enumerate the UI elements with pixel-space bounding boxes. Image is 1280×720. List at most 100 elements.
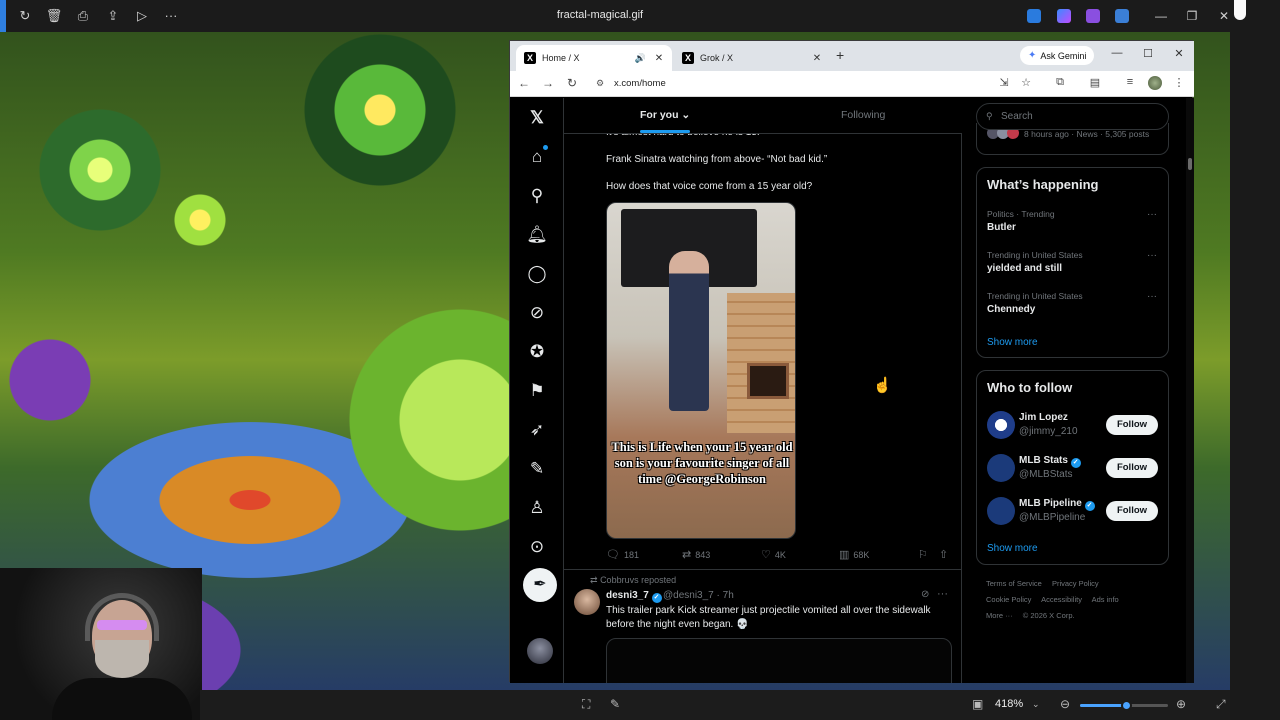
fit-icon[interactable]: ▣ xyxy=(972,697,983,711)
views-button[interactable]: ▥ 68K xyxy=(839,548,869,561)
url-field[interactable]: ⚙ x.com/home xyxy=(590,73,990,94)
follow-button[interactable]: Follow xyxy=(1106,458,1158,478)
ask-gemini-button[interactable]: ✦ Ask Gemini xyxy=(1020,46,1095,65)
author-avatar[interactable] xyxy=(574,589,600,615)
zoom-slider[interactable] xyxy=(1080,700,1168,711)
reply-button[interactable]: 🗨︎ 181 xyxy=(606,548,639,561)
browser-menu-icon[interactable]: ⋮ xyxy=(1172,76,1186,89)
browser-maximize-icon[interactable]: ☐ xyxy=(1141,47,1155,60)
post-video[interactable]: This is Life when your 15 year old son i… xyxy=(606,202,796,539)
jobs-rocket-icon[interactable]: ➶ xyxy=(525,418,549,442)
post-more-icon[interactable]: ··· xyxy=(937,588,948,600)
zoom-dropdown-icon[interactable]: ⌄ xyxy=(1032,699,1040,710)
search-input[interactable]: ⚲ Search xyxy=(976,103,1169,130)
repost-label[interactable]: Cobbruvs reposted xyxy=(600,575,676,585)
fullscreen-icon[interactable]: ⤢ xyxy=(1216,697,1226,712)
footer-link[interactable]: Ads info xyxy=(1092,595,1119,604)
trends-show-more[interactable]: Show more xyxy=(987,337,1038,348)
site-info-icon[interactable]: ⚙ xyxy=(596,73,604,94)
share-icon[interactable]: ⇪ xyxy=(104,7,122,25)
follow-show-more[interactable]: Show more xyxy=(987,543,1038,554)
scrollbar-thumb[interactable] xyxy=(1188,158,1192,170)
trend-more-icon[interactable]: ··· xyxy=(1147,209,1157,220)
profile-avatar[interactable] xyxy=(1148,76,1162,90)
slideshow-icon[interactable]: ▷ xyxy=(133,7,151,25)
like-button[interactable]: ♡ 4K xyxy=(761,548,786,561)
footer-link[interactable]: Privacy Policy xyxy=(1052,579,1099,588)
follow-name[interactable]: Jim Lopez xyxy=(1019,412,1068,423)
more-circle-icon[interactable]: ⊙ xyxy=(525,535,549,559)
rotate-icon[interactable]: ↻ xyxy=(16,7,34,25)
video-app-icon[interactable] xyxy=(1086,9,1100,23)
footer-link[interactable]: Accessibility xyxy=(1041,595,1082,604)
back-icon[interactable]: ← xyxy=(517,76,531,90)
author-handle[interactable]: @desni3_7 · 7h xyxy=(663,590,734,601)
profile-icon[interactable]: ♙ xyxy=(525,496,549,520)
tab-home-x[interactable]: X Home / X 🔊 ✕ xyxy=(516,45,672,71)
follow-name[interactable]: MLB Pipeline ✓ xyxy=(1019,498,1095,511)
sidepanel-icon[interactable]: ▤ xyxy=(1088,76,1102,89)
cloud-app-icon[interactable] xyxy=(1115,9,1129,23)
browser-close-icon[interactable]: ✕ xyxy=(1172,47,1186,60)
share-button[interactable]: ⇧ xyxy=(939,548,948,561)
tab-close-icon[interactable]: ✕ xyxy=(652,53,666,64)
page-scrollbar[interactable] xyxy=(1186,98,1194,683)
footer-link[interactable]: Cookie Policy xyxy=(986,595,1031,604)
zoom-slider-knob[interactable] xyxy=(1120,700,1132,711)
follow-avatar[interactable] xyxy=(987,411,1015,439)
ai-app-icon[interactable] xyxy=(1057,9,1071,23)
extensions-icon[interactable]: ⧉ xyxy=(1053,76,1067,89)
account-avatar[interactable] xyxy=(527,638,553,664)
crop-icon[interactable]: ⛶ xyxy=(582,697,590,712)
messages-icon[interactable]: ◯ xyxy=(525,262,549,286)
post-media[interactable] xyxy=(606,638,952,683)
zoom-in-icon[interactable]: ⊕ xyxy=(1176,697,1186,711)
print-icon[interactable]: ⎙ xyxy=(74,7,92,25)
tab-following[interactable]: Following xyxy=(841,109,885,121)
compose-post-button[interactable]: ✒ xyxy=(523,568,557,602)
more-icon[interactable]: ··· xyxy=(162,7,180,25)
new-tab-icon[interactable]: + xyxy=(836,47,844,63)
follow-button[interactable]: Follow xyxy=(1106,501,1158,521)
reload-icon[interactable]: ↻ xyxy=(565,76,579,90)
minimize-icon[interactable]: — xyxy=(1153,8,1169,24)
author-name[interactable]: desni3_7 ✓ xyxy=(606,590,662,603)
explore-search-icon[interactable]: ⚲ xyxy=(525,184,549,208)
verified-icon[interactable]: ✪ xyxy=(525,340,549,364)
follow-avatar[interactable] xyxy=(987,454,1015,482)
tab-for-you[interactable]: For you ⌄ xyxy=(640,109,690,121)
follow-avatar[interactable] xyxy=(987,497,1015,525)
bookmarks-icon[interactable]: ⚑ xyxy=(525,379,549,403)
grok-explain-icon[interactable]: ⊘ xyxy=(921,589,929,600)
trend-more-icon[interactable]: ··· xyxy=(1147,291,1157,302)
bookmark-star-icon[interactable]: ☆ xyxy=(1019,76,1033,89)
grok-icon[interactable]: ⊘ xyxy=(525,301,549,325)
post-divider xyxy=(564,569,962,570)
tab-close-icon[interactable]: ✕ xyxy=(810,53,824,64)
zoom-level[interactable]: 418% xyxy=(995,698,1023,710)
speaker-icon[interactable]: 🔊 xyxy=(635,53,646,64)
footer-link[interactable]: More ··· xyxy=(986,611,1013,620)
zoom-out-icon[interactable]: ⊖ xyxy=(1060,697,1070,711)
footer-link[interactable]: Terms of Service xyxy=(986,579,1042,588)
maximize-icon[interactable]: ❐ xyxy=(1184,8,1200,24)
browser-minimize-icon[interactable]: — xyxy=(1110,47,1124,59)
notifications-bell-icon[interactable]: 🔔︎ xyxy=(525,223,549,247)
trend-title[interactable]: Chennedy xyxy=(987,304,1035,315)
articles-icon[interactable]: ✎ xyxy=(525,457,549,481)
edit-icon[interactable]: ✎ xyxy=(610,697,620,711)
tab-grok-x[interactable]: X Grok / X ✕ xyxy=(674,45,830,71)
bookmark-button[interactable]: ⚐ xyxy=(918,548,928,561)
follow-button[interactable]: Follow xyxy=(1106,415,1158,435)
repost-button[interactable]: ⇄ 843 xyxy=(682,548,710,561)
trend-more-icon[interactable]: ··· xyxy=(1147,250,1157,261)
follow-name[interactable]: MLB Stats ✓ xyxy=(1019,455,1081,468)
x-logo-icon[interactable]: 𝕏 xyxy=(525,106,549,130)
trend-title[interactable]: Butler xyxy=(987,222,1016,233)
media-icon[interactable]: ≡ xyxy=(1123,76,1137,88)
trend-title[interactable]: yielded and still xyxy=(987,263,1062,274)
install-icon[interactable]: ⇲ xyxy=(997,76,1011,89)
editor-app-icon[interactable] xyxy=(1027,9,1041,23)
delete-icon[interactable]: 🗑 xyxy=(45,7,63,25)
forward-icon[interactable]: → xyxy=(541,76,555,90)
